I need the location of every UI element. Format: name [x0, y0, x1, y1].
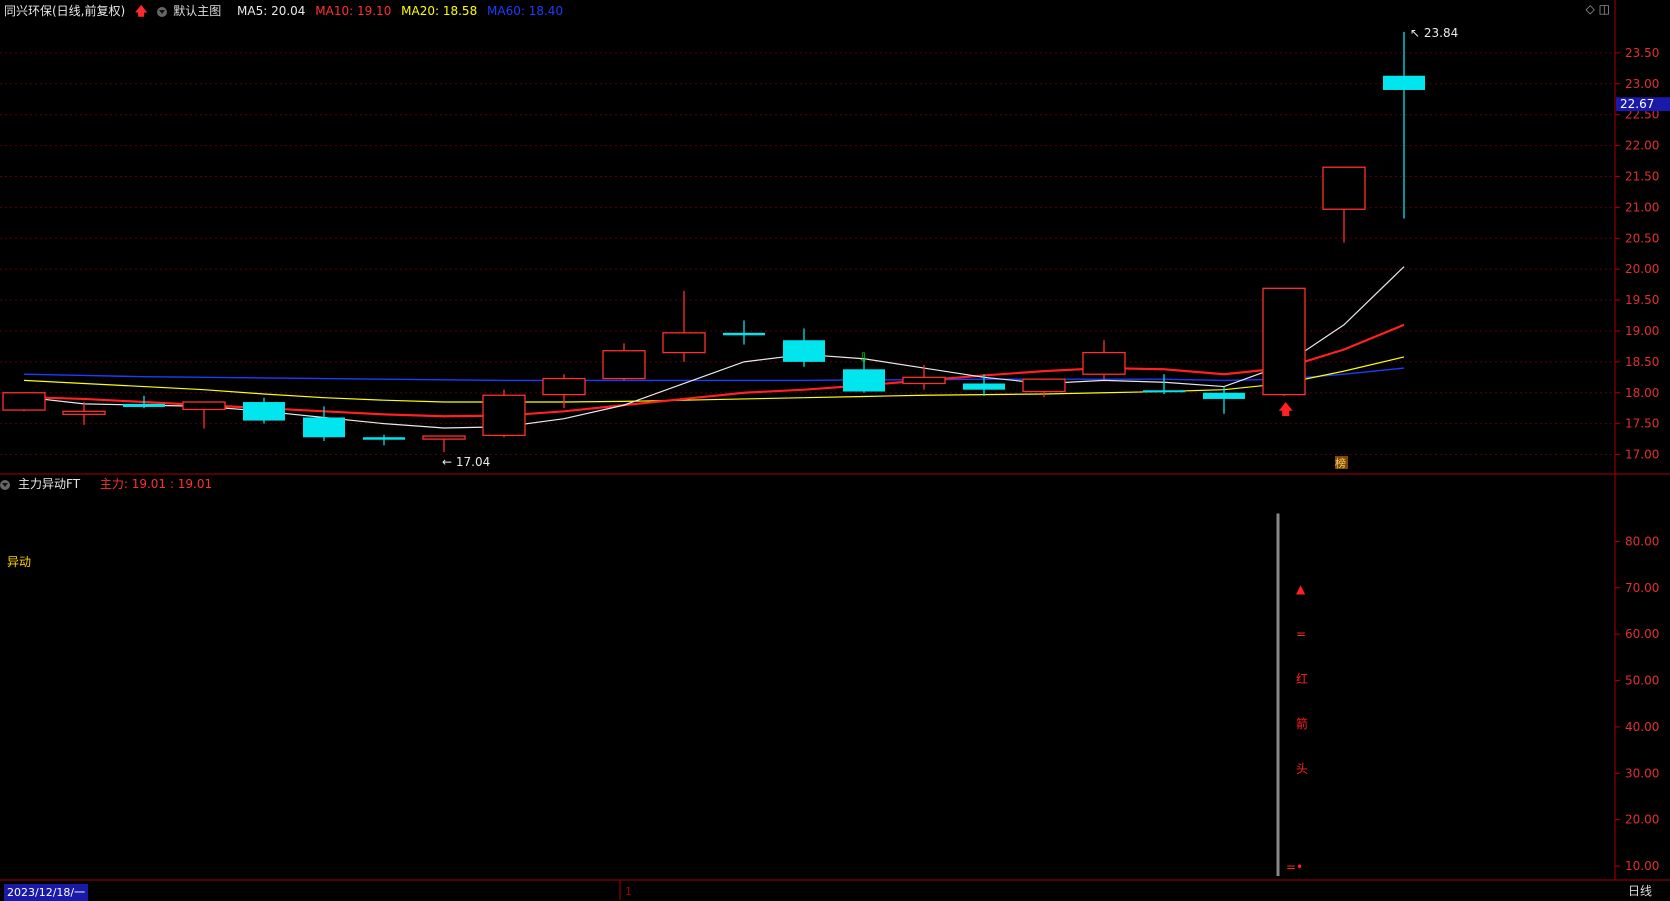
- sub-y-tick-label: 40.00: [1625, 720, 1659, 734]
- candle-body-down: [843, 369, 885, 392]
- candle-body-down: [1383, 75, 1425, 90]
- y-tick-label: 20.50: [1625, 231, 1659, 245]
- candle-body-up: [902, 376, 946, 385]
- y-tick-label: 20.00: [1625, 262, 1659, 276]
- indicator-value: 主力: 19.01 : 19.01: [99, 477, 213, 491]
- y-tick-label: 21.00: [1625, 200, 1659, 214]
- candle-body-up: [182, 401, 226, 411]
- vertical-signal-text: =: [1296, 627, 1306, 641]
- sub-y-tick-label: 80.00: [1625, 534, 1659, 548]
- bottom-signal-mark: =•: [1286, 860, 1303, 874]
- candle-body-up: [1262, 287, 1306, 396]
- high-price-label: ↖ 23.84: [1410, 26, 1458, 40]
- candle-body-up: [1022, 378, 1066, 393]
- vertical-signal-text: 头: [1296, 762, 1308, 776]
- candle-body-down: [1143, 390, 1185, 393]
- indicator-side-label: 异动: [7, 555, 32, 569]
- sub-y-tick-label: 50.00: [1625, 674, 1659, 688]
- ma5-line: [23, 266, 1405, 429]
- y-tick-label: 18.00: [1625, 386, 1659, 400]
- candle-body-up: [542, 377, 586, 396]
- y-tick-label: 19.50: [1625, 293, 1659, 307]
- candle-body-up: [62, 410, 106, 416]
- indicator-dropdown-icon[interactable]: [0, 479, 10, 490]
- candle-body-up: [2, 392, 46, 411]
- candle-body-up: [602, 350, 646, 380]
- bottom-bar: 2023/12/18/一 1 日线: [0, 883, 1670, 901]
- candle-body-down: [963, 383, 1005, 390]
- candle-body-down: [723, 332, 765, 336]
- y-tick-label: 21.50: [1625, 169, 1659, 183]
- sub-y-tick-label: 60.00: [1625, 627, 1659, 641]
- candle-body-down: [243, 402, 285, 421]
- up-arrow-marker: 🡅: [1278, 400, 1293, 418]
- candle-body-up: [1322, 166, 1366, 210]
- sub-y-tick-label: 10.00: [1625, 859, 1659, 873]
- split-marker: 1: [625, 885, 632, 898]
- y-tick-label: 23.50: [1625, 46, 1659, 60]
- y-tick-label: 17.00: [1625, 448, 1659, 462]
- vertical-signal-text: ▲: [1296, 582, 1306, 596]
- sub-y-tick-label: 20.00: [1625, 813, 1659, 827]
- candle-body-down: [363, 437, 405, 440]
- y-tick-label: 22.00: [1625, 139, 1659, 153]
- candle-body-up: [662, 332, 706, 354]
- low-price-label: ← 17.04: [442, 455, 490, 469]
- vertical-signal-text: 红: [1296, 671, 1308, 686]
- ma10-line: [23, 323, 1405, 418]
- indicator-title[interactable]: 主力异动FT: [18, 477, 80, 491]
- date-label[interactable]: 2023/12/18/一: [4, 884, 89, 901]
- y-tick-label: 18.50: [1625, 355, 1659, 369]
- candle-body-down: [1203, 392, 1245, 399]
- candle-body-down: [123, 403, 165, 407]
- sub-y-tick-label: 30.00: [1625, 766, 1659, 780]
- indicator-header: 主力异动FT 主力: 19.01 : 19.01: [0, 474, 212, 494]
- flag-marker: 榜: [1335, 456, 1346, 470]
- sub-y-tick-label: 70.00: [1625, 581, 1659, 595]
- candle-body-down: [303, 417, 345, 438]
- candle-body-up: [422, 435, 466, 440]
- candle-body-up: [482, 394, 526, 437]
- y-tick-label: 23.00: [1625, 77, 1659, 91]
- vertical-signal-text: 箭: [1296, 716, 1308, 731]
- y-tick-label: 17.50: [1625, 417, 1659, 431]
- y-tick-label: 19.00: [1625, 324, 1659, 338]
- kline-chart[interactable]: 17.00 17.50 18.00 18.50 19.00 19.50 20.00 20.50…: [0, 0, 1670, 900]
- candle-body-down: [783, 340, 825, 362]
- current-price-label: 22.67: [1620, 97, 1654, 111]
- period-label[interactable]: 日线: [1628, 883, 1652, 900]
- candle-body-up: [1082, 351, 1126, 375]
- down-arrow-marker: ⇩: [858, 351, 869, 366]
- ma60-line: [23, 367, 1405, 382]
